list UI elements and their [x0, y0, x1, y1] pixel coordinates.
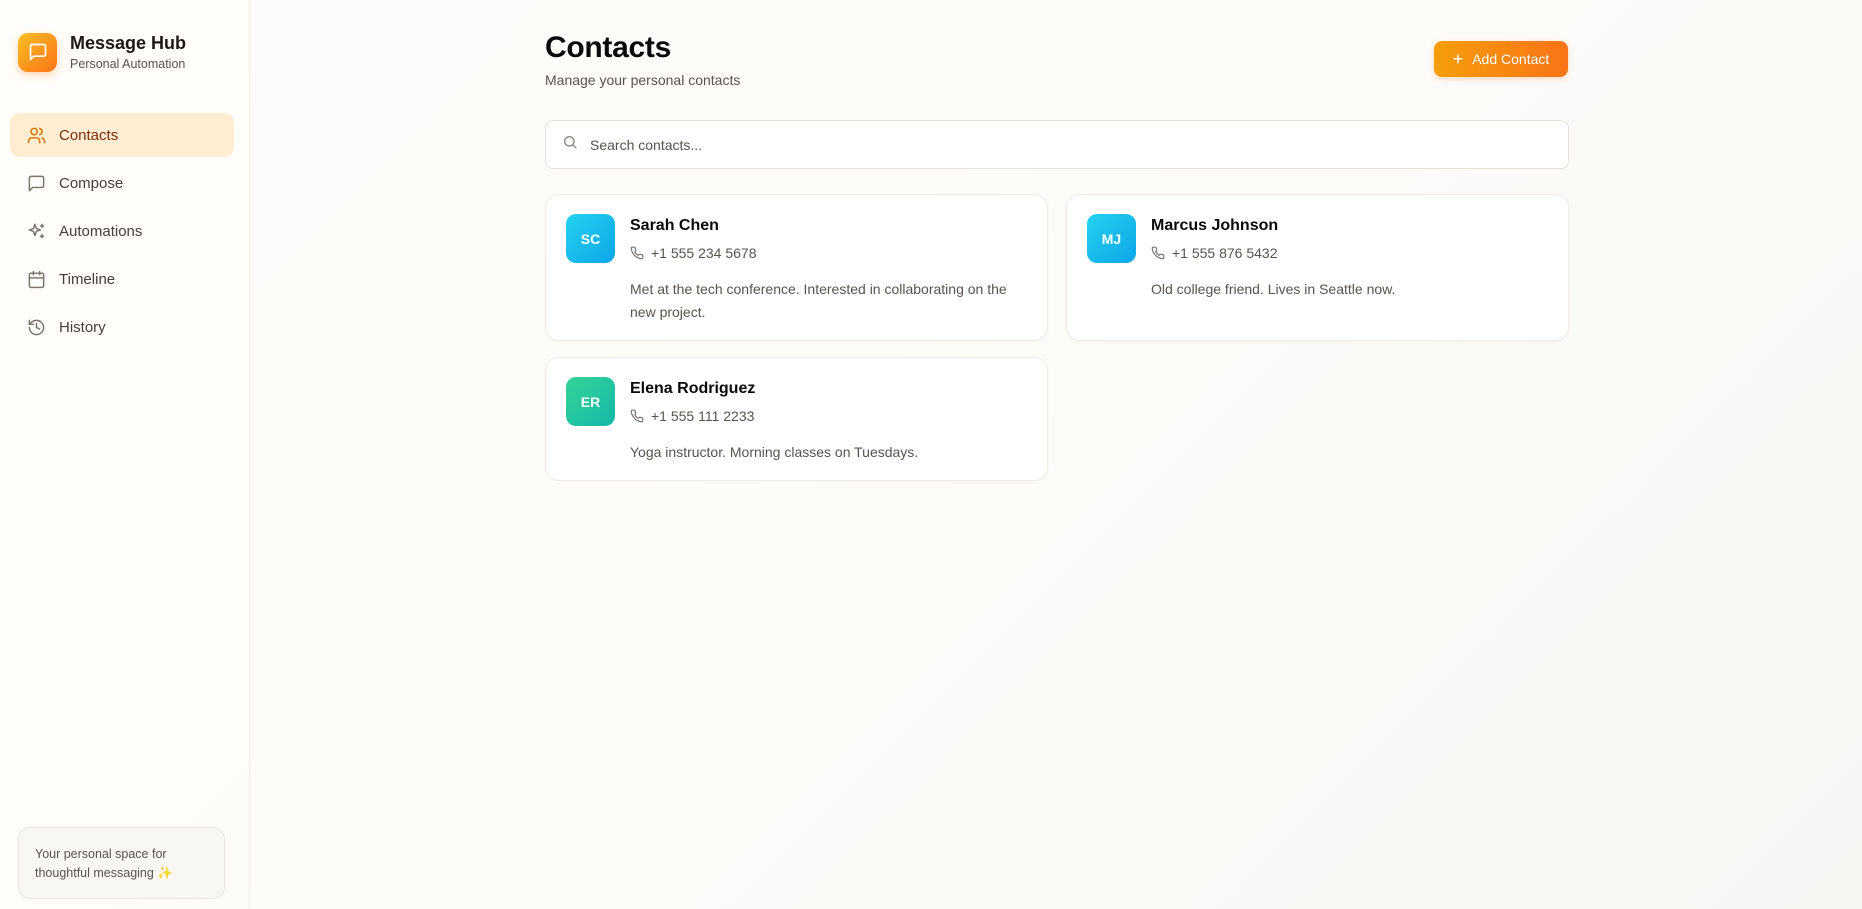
- sidebar-item-label: History: [59, 318, 106, 336]
- search-icon: [562, 134, 578, 155]
- contact-name: Elena Rodriguez: [630, 380, 756, 397]
- add-contact-button[interactable]: + Add Contact: [1434, 41, 1568, 77]
- brand-title: Message Hub: [70, 33, 187, 53]
- sidebar-item-label: Compose: [59, 174, 124, 192]
- contact-card[interactable]: SC Sarah Chen +1 555 234 5678 Met at the…: [545, 194, 1048, 341]
- contact-card[interactable]: ER Elena Rodriguez +1 555 111 2233 Yoga …: [545, 357, 1048, 481]
- sidebar-item-history[interactable]: History: [10, 305, 234, 349]
- history-icon: [26, 317, 46, 337]
- phone-icon: [1151, 246, 1165, 260]
- sidebar: Message Hub Personal Automation Contacts…: [0, 0, 250, 909]
- sidebar-item-contacts[interactable]: Contacts: [10, 113, 234, 157]
- contact-phone: +1 555 234 5678: [630, 245, 757, 261]
- sidebar-nav: Contacts Compose Automations Timeline Hi…: [10, 113, 234, 353]
- contact-phone-number: +1 555 876 5432: [1172, 245, 1278, 261]
- contact-phone: +1 555 876 5432: [1151, 245, 1278, 261]
- avatar: SC: [566, 214, 615, 263]
- sidebar-item-timeline[interactable]: Timeline: [10, 257, 234, 301]
- avatar: MJ: [1087, 214, 1136, 263]
- sidebar-item-label: Contacts: [59, 126, 119, 144]
- message-square-icon: [26, 173, 46, 193]
- contact-phone-number: +1 555 111 2233: [651, 408, 755, 424]
- brand[interactable]: Message Hub Personal Automation: [18, 32, 186, 72]
- avatar: ER: [566, 377, 615, 426]
- sidebar-item-label: Timeline: [59, 270, 116, 288]
- contact-card[interactable]: MJ Marcus Johnson +1 555 876 5432 Old co…: [1066, 194, 1569, 341]
- page-subtitle: Manage your personal contacts: [545, 72, 741, 88]
- search-bar[interactable]: [545, 120, 1569, 169]
- sparkles-icon: [26, 221, 46, 241]
- page-title: Contacts: [545, 31, 671, 64]
- contact-name: Sarah Chen: [630, 217, 719, 234]
- contact-phone-number: +1 555 234 5678: [651, 245, 757, 261]
- sidebar-item-label: Automations: [59, 222, 143, 240]
- contact-note: Yoga instructor. Morning classes on Tues…: [630, 444, 919, 460]
- calendar-icon: [26, 269, 46, 289]
- search-input[interactable]: [590, 136, 1490, 153]
- sidebar-footer-note: Your personal space for thoughtful messa…: [18, 827, 225, 899]
- footer-line-1: Your personal space for: [35, 847, 167, 861]
- sidebar-item-compose[interactable]: Compose: [10, 161, 234, 205]
- contact-note: Met at the tech conference. Interested i…: [630, 281, 1007, 320]
- brand-logo: [18, 32, 57, 72]
- phone-icon: [630, 409, 644, 423]
- brand-subtitle: Personal Automation: [70, 57, 186, 71]
- contact-phone: +1 555 111 2233: [630, 408, 754, 424]
- message-square-icon: [29, 43, 46, 61]
- add-contact-label: Add Contact: [1472, 51, 1550, 67]
- phone-icon: [630, 246, 644, 260]
- sidebar-item-automations[interactable]: Automations: [10, 209, 234, 253]
- users-icon: [26, 125, 46, 145]
- footer-line-2: thoughtful messaging ✨: [35, 866, 173, 880]
- plus-icon: +: [1452, 49, 1464, 69]
- contact-name: Marcus Johnson: [1151, 217, 1279, 234]
- contact-note: Old college friend. Lives in Seattle now…: [1151, 281, 1396, 297]
